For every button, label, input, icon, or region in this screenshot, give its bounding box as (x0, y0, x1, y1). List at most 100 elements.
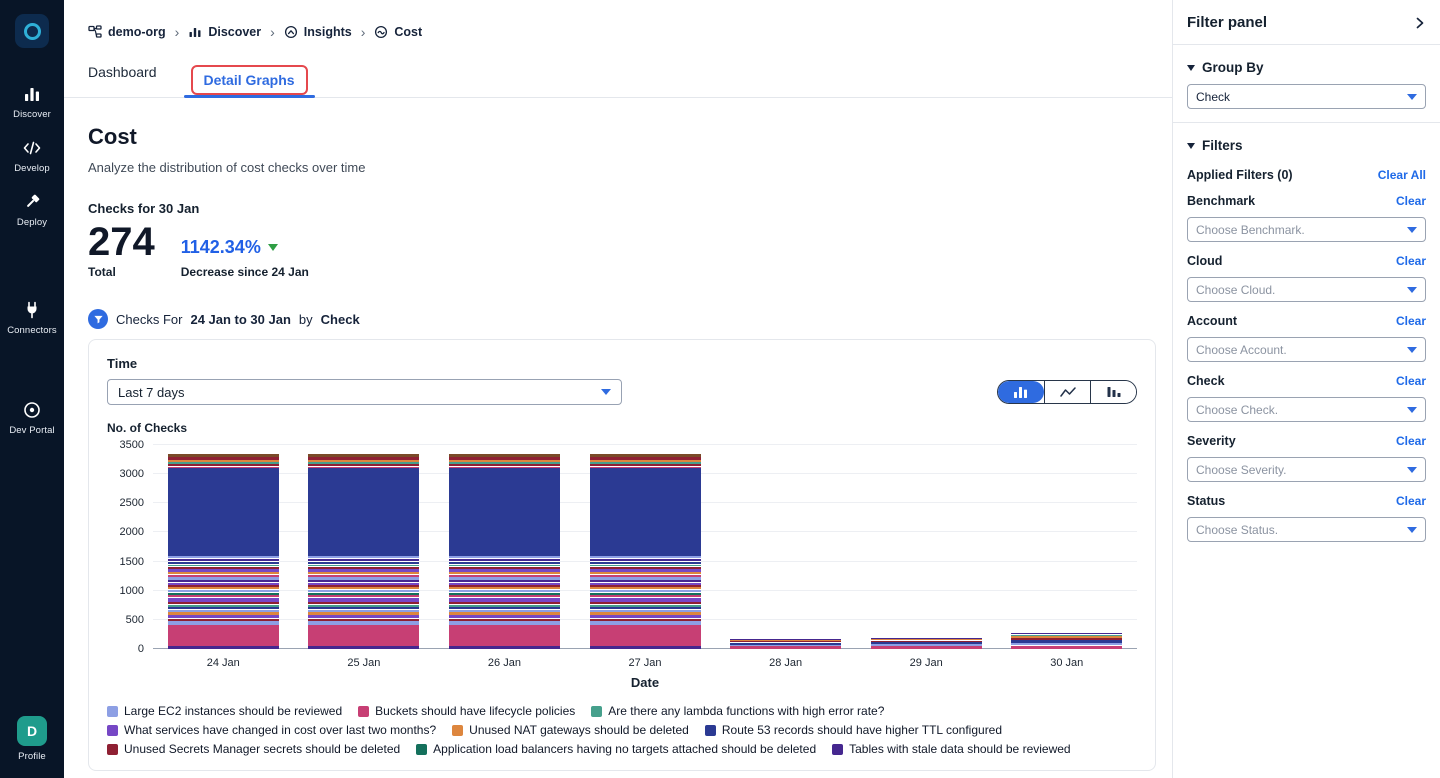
group-by-select[interactable]: Check (1187, 84, 1426, 109)
chart-legend: Large EC2 instances should be reviewed Bu… (107, 704, 1137, 756)
time-range-select[interactable]: Last 7 days (107, 379, 622, 405)
legend-label: Are there any lambda functions with high… (608, 704, 884, 718)
legend-item[interactable]: Unused NAT gateways should be deleted (452, 723, 689, 737)
stacked-bar-29-jan[interactable] (871, 445, 982, 649)
legend-label: Unused Secrets Manager secrets should be… (124, 742, 400, 756)
sidebar-item-connectors[interactable]: Connectors (7, 300, 57, 336)
sidebar-item-label: Deploy (17, 217, 47, 228)
filter-label-account: Account (1187, 314, 1237, 328)
toggle-stacked-bar[interactable] (998, 381, 1044, 403)
breadcrumb-label: Discover (208, 25, 261, 39)
filter-label-check: Check (1187, 374, 1225, 388)
stat-row: 274 Total 1142.34% Decrease since 24 Jan (88, 222, 1156, 279)
filter-clear-link-severity[interactable]: Clear (1396, 434, 1426, 448)
y-tick-label: 3500 (120, 439, 144, 451)
breadcrumb-item-cost[interactable]: Cost (374, 25, 422, 39)
filter-clear-link-benchmark[interactable]: Clear (1396, 194, 1426, 208)
bar-segment (168, 468, 279, 555)
breadcrumb-separator: › (361, 24, 366, 40)
group-by-section-header[interactable]: Group By (1187, 60, 1426, 75)
line-chart-icon (1060, 386, 1076, 398)
tab-dashboard[interactable]: Dashboard (88, 64, 157, 97)
legend-item[interactable]: What services have changed in cost over … (107, 723, 436, 737)
legend-item[interactable]: Buckets should have lifecycle policies (358, 704, 575, 718)
filter-clear-link-cloud[interactable]: Clear (1396, 254, 1426, 268)
filter-clear-link-check[interactable]: Clear (1396, 374, 1426, 388)
bar-segment (590, 646, 701, 649)
bar-segment (308, 468, 419, 555)
sidebar-item-label: Dev Portal (9, 425, 54, 436)
legend-swatch (358, 706, 369, 717)
filter-panel-title: Filter panel (1187, 14, 1267, 31)
collapse-panel-button[interactable] (1414, 16, 1426, 30)
filter-select-benchmark[interactable]: Choose Benchmark. (1187, 217, 1426, 242)
legend-label: What services have changed in cost over … (124, 723, 436, 737)
funnel-icon (88, 309, 108, 329)
toggle-grouped-bar[interactable] (1090, 381, 1136, 403)
legend-item[interactable]: Unused Secrets Manager secrets should be… (107, 742, 400, 756)
y-tick-label: 1500 (120, 556, 144, 568)
filter-select-severity[interactable]: Choose Severity. (1187, 457, 1426, 482)
bar-slot (575, 445, 716, 649)
filter-clear-link-status[interactable]: Clear (1396, 494, 1426, 508)
bar-segment (590, 468, 701, 555)
legend-item[interactable]: Tables with stale data should be reviewe… (832, 742, 1070, 756)
chevron-down-icon (1407, 467, 1417, 473)
tab-label: Dashboard (88, 64, 157, 80)
legend-swatch (107, 706, 118, 717)
legend-item[interactable]: Application load balancers having no tar… (416, 742, 816, 756)
filters-section-header[interactable]: Filters (1187, 138, 1426, 153)
stacked-bar-30-jan[interactable] (1011, 445, 1122, 649)
main-area: demo-org › Discover › Insights › Cost Da… (64, 0, 1172, 778)
breadcrumb-label: demo-org (108, 25, 166, 39)
stacked-bar-28-jan[interactable] (730, 445, 841, 649)
legend-item[interactable]: Large EC2 instances should be reviewed (107, 704, 342, 718)
filter-clear-link-account[interactable]: Clear (1396, 314, 1426, 328)
sidebar-item-develop[interactable]: Develop (14, 138, 50, 174)
x-tick-label: 25 Jan (294, 657, 435, 669)
bar-segment (590, 625, 701, 645)
sidebar-item-deploy[interactable]: Deploy (17, 192, 47, 228)
time-range-value: Last 7 days (118, 385, 185, 400)
stacked-bar-27-jan[interactable] (590, 445, 701, 649)
stacked-bar-26-jan[interactable] (449, 445, 560, 649)
summary-prefix: Checks For (116, 312, 182, 327)
app-logo[interactable] (15, 14, 49, 48)
sidebar-item-profile[interactable]: D Profile (17, 716, 47, 762)
breadcrumb-separator: › (270, 24, 275, 40)
chevron-down-icon (1407, 407, 1417, 413)
arrow-down-icon (268, 244, 278, 251)
legend-label: Tables with stale data should be reviewe… (849, 742, 1070, 756)
filter-select-cloud[interactable]: Choose Cloud. (1187, 277, 1426, 302)
page-subtitle: Analyze the distribution of cost checks … (88, 160, 1156, 175)
chart-type-toggle (997, 380, 1137, 404)
filter-select-status[interactable]: Choose Status. (1187, 517, 1426, 542)
clear-all-link[interactable]: Clear All (1378, 168, 1426, 182)
filter-row-check: Check Clear (1187, 374, 1426, 388)
bar-segment (449, 646, 560, 649)
legend-item[interactable]: Are there any lambda functions with high… (591, 704, 884, 718)
chart-card: Time Last 7 days (88, 339, 1156, 771)
tab-detail-graphs[interactable]: Detail Graphs (191, 72, 308, 97)
legend-item[interactable]: Route 53 records should have higher TTL … (705, 723, 1002, 737)
x-tick-label: 30 Jan (996, 657, 1137, 669)
toggle-line-chart[interactable] (1044, 381, 1090, 403)
breadcrumb-item-demo-org[interactable]: demo-org (88, 25, 166, 39)
bar-slot (294, 445, 435, 649)
filter-select-account[interactable]: Choose Account. (1187, 337, 1426, 362)
chevron-down-icon (1407, 94, 1417, 100)
filter-select-check[interactable]: Choose Check. (1187, 397, 1426, 422)
bar-segment (168, 625, 279, 645)
y-axis-title: No. of Checks (107, 421, 1137, 435)
sidebar-item-dev-portal[interactable]: Dev Portal (9, 400, 54, 436)
stacked-bar-25-jan[interactable] (308, 445, 419, 649)
stacked-bar-24-jan[interactable] (168, 445, 279, 649)
chart-filter-summary: Checks For 24 Jan to 30 Jan by Check (88, 309, 1156, 329)
caret-down-icon (1187, 65, 1195, 71)
summary-by: by (299, 312, 313, 327)
breadcrumb-item-insights[interactable]: Insights (284, 25, 352, 39)
y-tick-label: 500 (126, 614, 144, 626)
legend-swatch (832, 744, 843, 755)
sidebar-item-discover[interactable]: Discover (13, 84, 51, 120)
breadcrumb-item-discover[interactable]: Discover (188, 25, 261, 39)
